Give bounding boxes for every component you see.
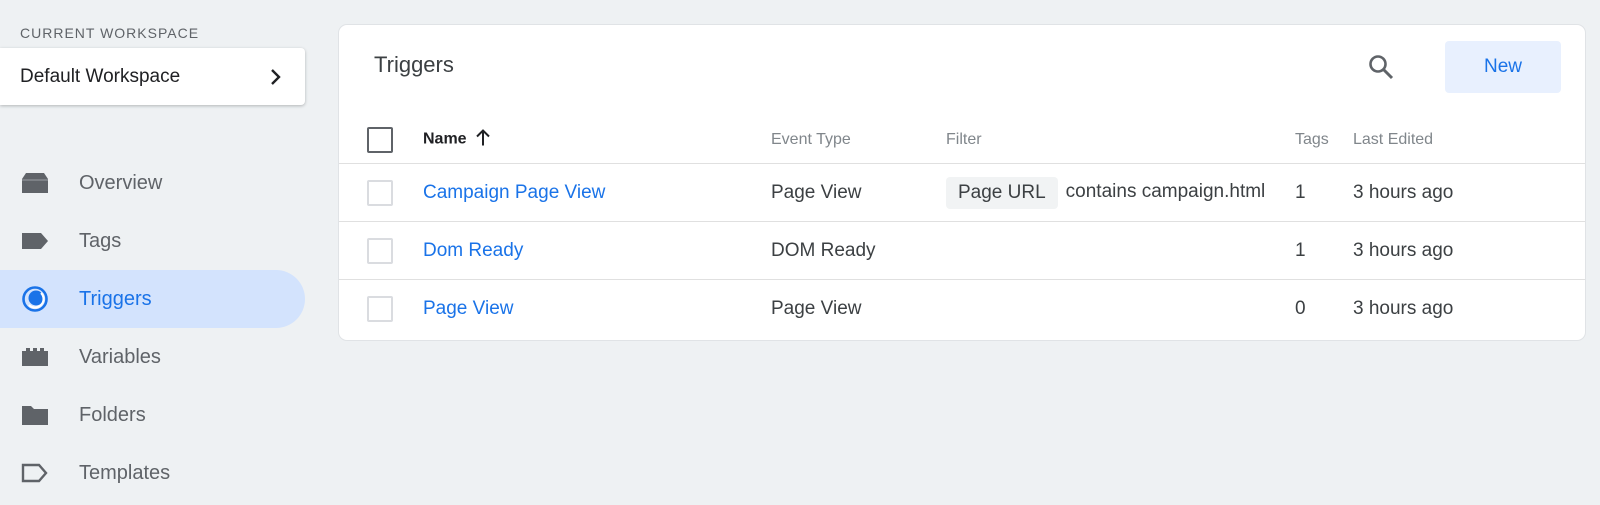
search-button[interactable]	[1361, 49, 1401, 89]
tag-icon	[20, 226, 50, 256]
sidebar: CURRENT WORKSPACE Default Workspace Over…	[0, 0, 305, 505]
trigger-name-link[interactable]: Campaign Page View	[423, 182, 605, 204]
sidebar-item-label: Overview	[79, 171, 163, 194]
select-all-checkbox[interactable]	[367, 126, 393, 153]
last-edited: 3 hours ago	[1353, 298, 1454, 319]
arrow-up-icon	[475, 128, 491, 151]
last-edited: 3 hours ago	[1353, 181, 1454, 203]
workspace-label: CURRENT WORKSPACE	[20, 25, 200, 41]
table-header-row: Name Event Type Filter Tags Last Edited	[339, 116, 1585, 164]
sidebar-item-label: Folders	[79, 403, 146, 426]
column-header-filter: Filter	[946, 130, 982, 148]
table-row: Campaign Page View Page View Page URL con…	[339, 164, 1585, 222]
sidebar-item-overview[interactable]: Overview	[0, 154, 305, 212]
table-row: Page View Page View 0 3 hours ago	[339, 280, 1585, 338]
sidebar-item-folders[interactable]: Folders	[0, 386, 305, 444]
sidebar-item-label: Templates	[79, 461, 171, 484]
sidebar-item-tags[interactable]: Tags	[0, 212, 305, 270]
sidebar-item-label: Variables	[79, 345, 161, 368]
triggers-table: Name Event Type Filter Tags Last Edited …	[339, 116, 1585, 338]
column-header-last-edited[interactable]: Last Edited	[1353, 131, 1433, 149]
column-header-label: Name	[423, 130, 467, 148]
column-header-name[interactable]: Name	[423, 128, 491, 151]
tag-count: 0	[1295, 298, 1306, 319]
trigger-name-link[interactable]: Page View	[423, 298, 514, 320]
table-row: Dom Ready DOM Ready 1 3 hours ago	[339, 222, 1585, 280]
sidebar-item-variables[interactable]: Variables	[0, 328, 305, 386]
sidebar-nav: Overview Tags Triggers Variables Folders	[0, 154, 305, 502]
workspace-selector[interactable]: Default Workspace	[0, 48, 305, 105]
overview-icon	[20, 168, 50, 198]
template-icon	[20, 458, 50, 488]
chevron-right-icon	[267, 68, 285, 86]
filter-condition: contains campaign.html	[1065, 181, 1266, 203]
row-checkbox[interactable]	[367, 296, 393, 322]
sidebar-item-triggers[interactable]: Triggers	[0, 270, 305, 328]
variables-icon	[20, 342, 50, 372]
last-edited: 3 hours ago	[1353, 239, 1454, 261]
workspace-name: Default Workspace	[20, 65, 181, 87]
event-type: DOM Ready	[771, 239, 876, 261]
filter-chip: Page URL	[946, 176, 1058, 209]
sidebar-item-label: Triggers	[79, 287, 152, 310]
folder-icon	[20, 400, 50, 430]
row-checkbox[interactable]	[367, 237, 393, 264]
row-checkbox[interactable]	[367, 179, 393, 206]
column-header-tags[interactable]: Tags	[1295, 131, 1329, 149]
page-title: Triggers	[374, 52, 454, 77]
tag-count: 1	[1295, 239, 1306, 261]
new-button[interactable]: New	[1445, 41, 1561, 93]
sidebar-item-label: Tags	[79, 229, 122, 252]
trigger-name-link[interactable]: Dom Ready	[423, 240, 523, 262]
event-type: Page View	[771, 298, 862, 319]
search-icon	[1368, 54, 1394, 85]
filter-cell: Page URL contains campaign.html	[946, 176, 1281, 209]
tag-count: 1	[1295, 181, 1306, 203]
event-type: Page View	[771, 181, 862, 203]
column-header-event-type[interactable]: Event Type	[771, 131, 851, 149]
triggers-card: Triggers New Name Event Type Filter Tags…	[339, 25, 1585, 340]
sidebar-item-templates[interactable]: Templates	[0, 444, 305, 502]
trigger-icon	[20, 284, 50, 314]
